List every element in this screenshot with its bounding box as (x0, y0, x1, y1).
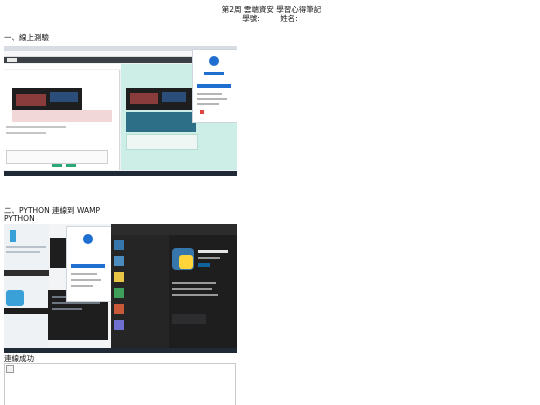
wamp-connection-screenshot (4, 363, 236, 405)
broken-image-icon (6, 365, 14, 373)
student-id-label: 學號: (242, 14, 260, 23)
name-label: 姓名: (280, 14, 298, 23)
section-1-heading: 一、線上測驗 (4, 33, 49, 42)
student-info: 學號: 姓名: (0, 14, 540, 23)
online-quiz-screenshot (4, 46, 237, 176)
page-title: 第2周 雲端資安 學習心得筆記 學號: 姓名: (0, 5, 540, 23)
connection-caption: 連線成功 (4, 354, 34, 363)
document-title: 第2周 雲端資安 學習心得筆記 (221, 5, 322, 14)
python-vscode-screenshot (4, 224, 237, 353)
section-2-subheading: PYTHON (4, 214, 35, 223)
